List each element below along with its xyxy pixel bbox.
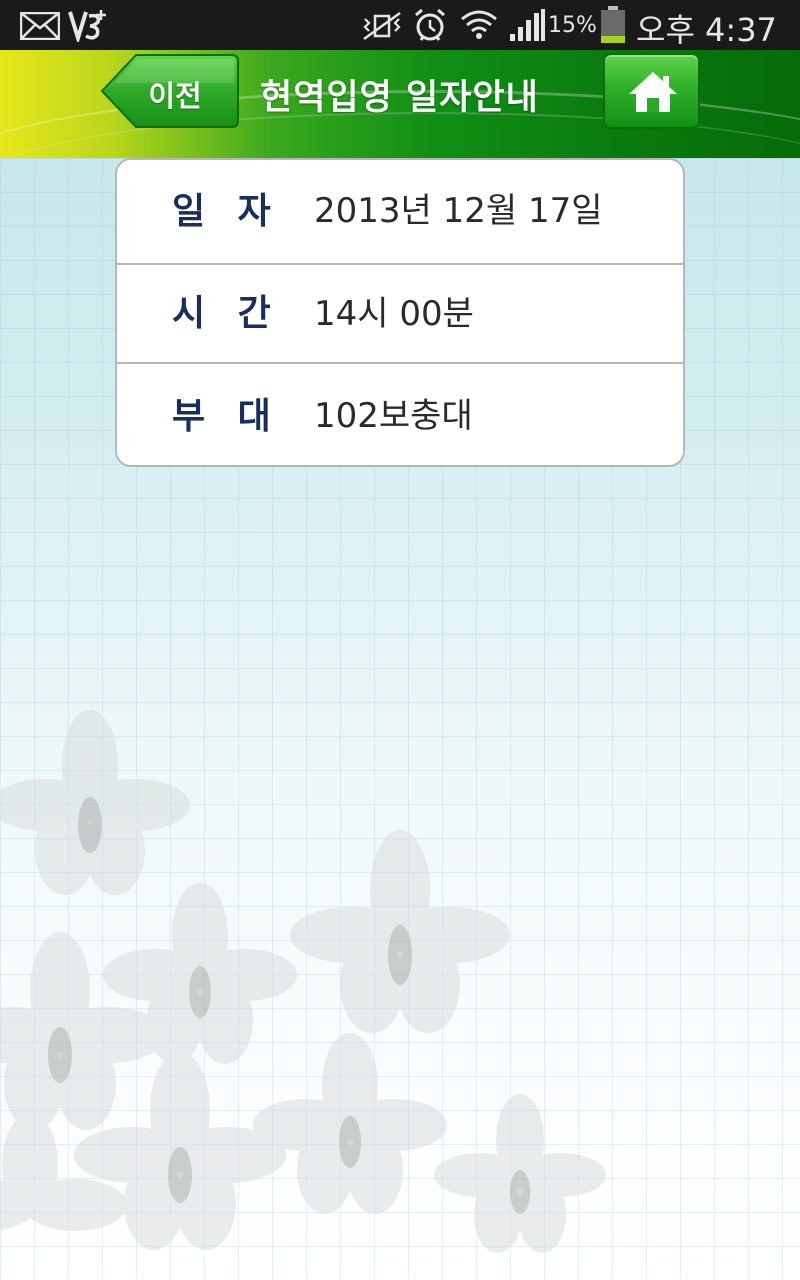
date-label: 일 자 (172, 191, 281, 232)
mail-icon (20, 12, 60, 40)
date-value: 2013년 12월 17일 (314, 191, 603, 231)
status-time: 오후 4:37 (636, 11, 777, 49)
enlistment-info-card: 일 자 2013년 12월 17일 시 간 14시 00분 부 대 102보충대 (115, 158, 685, 467)
unit-value: 102보충대 (314, 396, 473, 436)
signal-icon (510, 9, 545, 41)
alarm-icon (415, 8, 445, 41)
home-icon (629, 72, 677, 112)
time-label: 시 간 (172, 293, 281, 334)
info-row-unit: 부 대 102보충대 (117, 365, 683, 465)
back-button-label: 이전 (148, 79, 202, 113)
unit-label: 부 대 (172, 396, 281, 437)
muted-vibrate-icon (363, 11, 401, 41)
battery-percent: 15% (548, 13, 597, 38)
home-button[interactable] (603, 53, 700, 129)
page-title: 현역입영 일자안내 (260, 78, 539, 118)
info-row-date: 일 자 2013년 12월 17일 (117, 160, 683, 265)
status-bar: 15% 오후 4:37 (0, 0, 800, 50)
battery-icon (601, 6, 625, 43)
info-row-time: 시 간 14시 00분 (117, 264, 683, 364)
v3-antivirus-icon (68, 10, 106, 42)
wifi-icon (461, 10, 497, 39)
flower-background (0, 710, 606, 1253)
time-value: 14시 00분 (314, 294, 474, 334)
